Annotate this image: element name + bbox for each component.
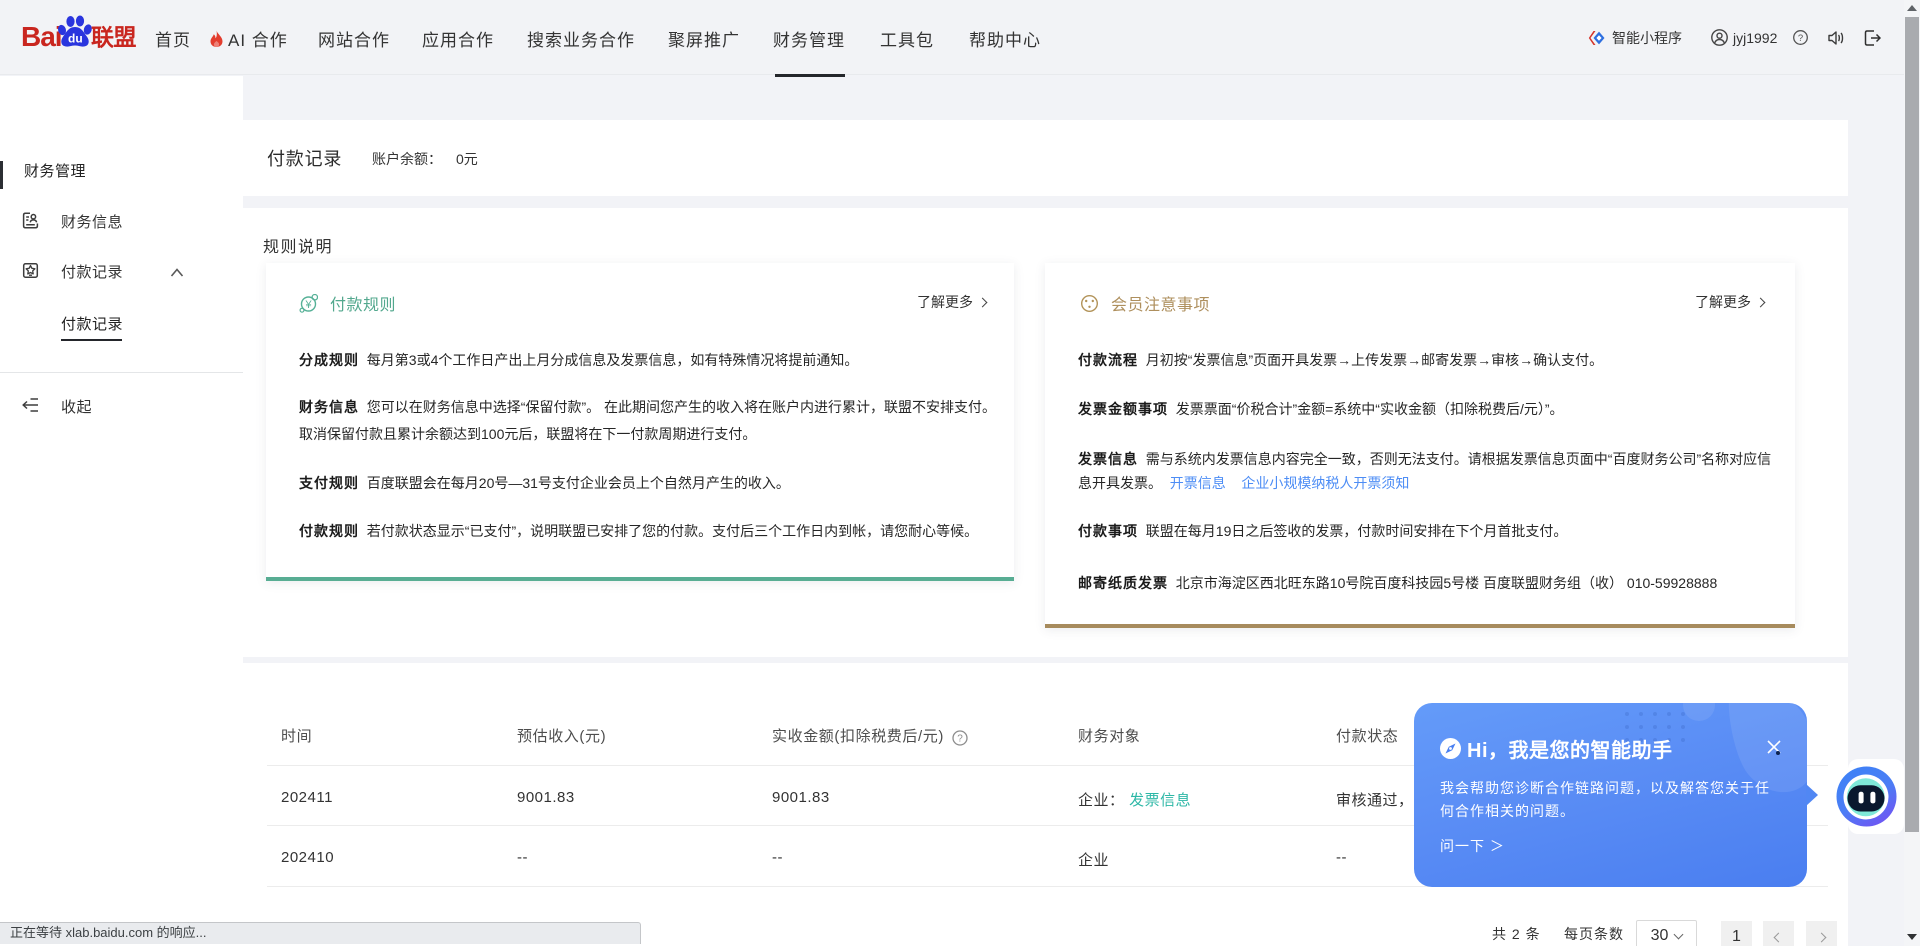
svg-text:du: du [68, 32, 83, 46]
svg-text:Bai: Bai [21, 21, 62, 52]
svg-text:联盟: 联盟 [91, 24, 137, 50]
svg-text:?: ? [957, 734, 963, 745]
svg-text:¥: ¥ [304, 299, 312, 311]
svg-text:?: ? [1798, 33, 1803, 44]
